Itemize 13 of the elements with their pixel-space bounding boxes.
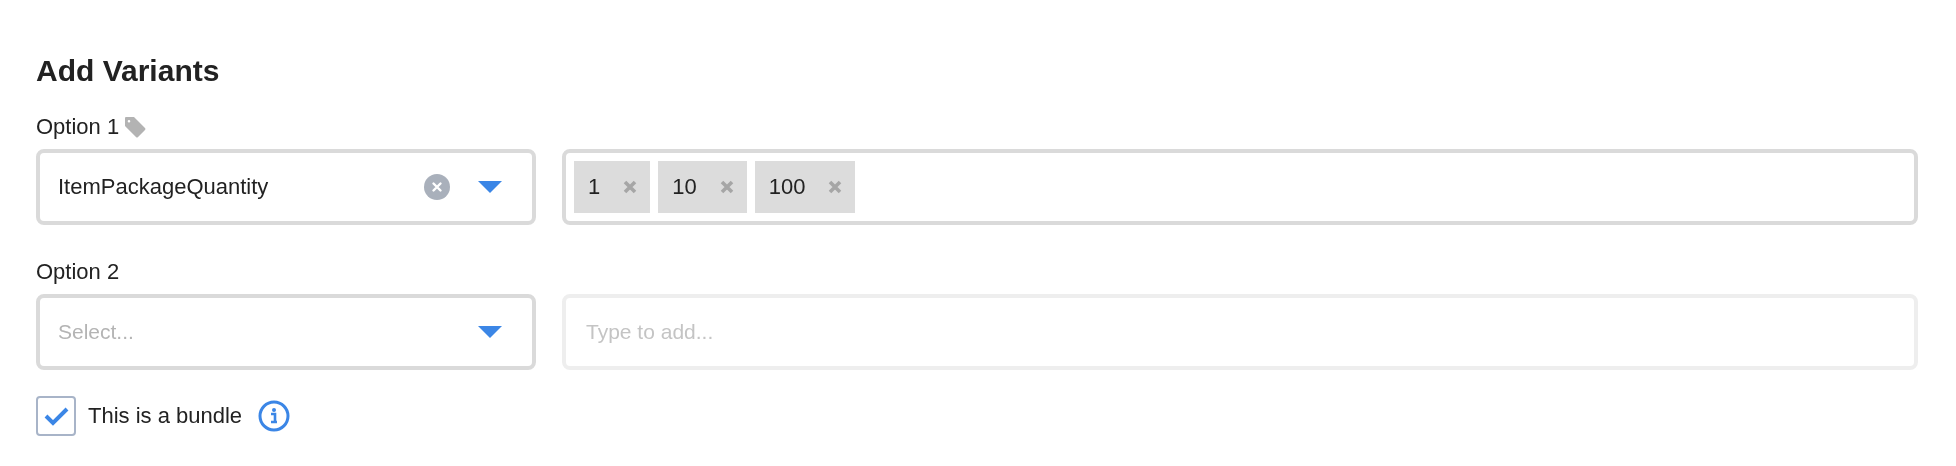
clear-icon[interactable] [424, 174, 450, 200]
bundle-checkbox[interactable] [36, 396, 76, 436]
option-label: Option 1 [36, 114, 120, 140]
value-tag: 100 [754, 161, 856, 213]
caret-icon[interactable] [478, 181, 502, 193]
value-tag: 1 [574, 161, 651, 213]
caret-icon[interactable] [478, 326, 502, 338]
option-label: Option 2 [36, 259, 120, 285]
option-select[interactable]: ItemPackageQuantity [36, 149, 536, 225]
value-tag: 10 [658, 161, 747, 213]
info-icon[interactable] [258, 400, 291, 432]
section-title: Add Variants [36, 54, 221, 88]
bundle-label: This is a bundle [88, 403, 243, 429]
